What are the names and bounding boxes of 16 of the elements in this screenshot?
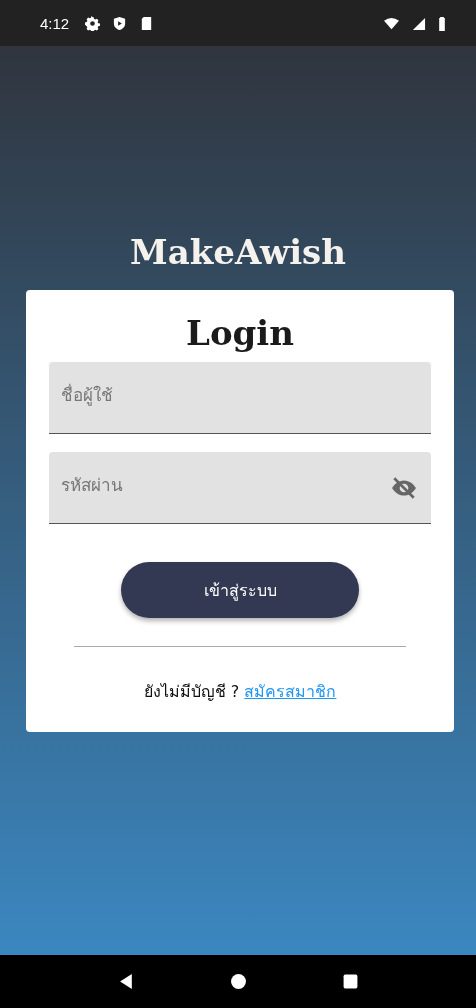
username-field[interactable]: ชื่อผู้ใช้: [49, 362, 431, 434]
password-field[interactable]: รหัสผ่าน: [49, 452, 431, 524]
back-icon[interactable]: [117, 973, 135, 990]
shield-icon: [112, 15, 128, 31]
home-icon[interactable]: [229, 973, 247, 990]
app-logo-title: MakeAwish: [130, 232, 346, 274]
signup-prompt: ยังไม่มีบัญชี ? สมัครสมาชิก: [143, 681, 337, 703]
wifi-icon: [384, 15, 399, 31]
gear-icon: [85, 15, 101, 31]
eye-slash-icon[interactable]: [391, 475, 417, 501]
login-title: Login: [186, 312, 294, 355]
clock-time: 4:12: [40, 14, 70, 32]
login-button[interactable]: เข้าสู่ระบบ: [121, 562, 359, 618]
recents-icon[interactable]: [341, 973, 359, 990]
signal-icon: [411, 15, 426, 31]
battery-icon: [438, 15, 446, 31]
